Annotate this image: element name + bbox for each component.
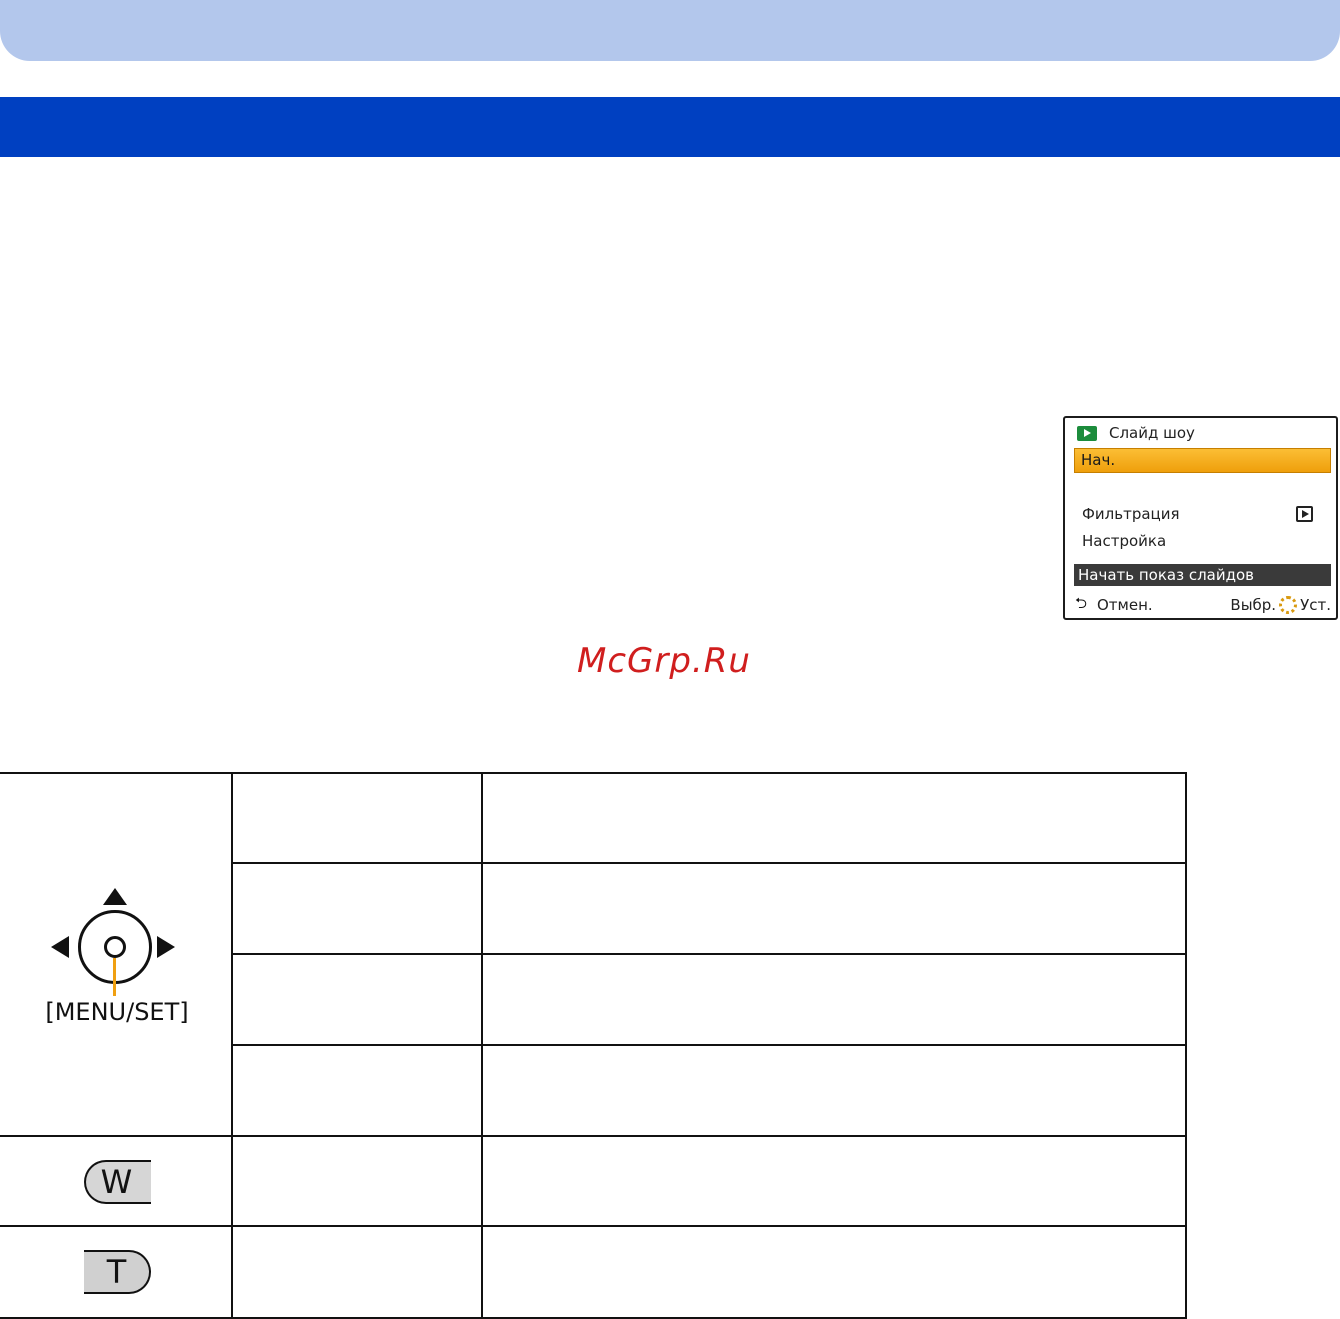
- table-divider: [0, 1225, 1187, 1227]
- menu-set-label: [MENU/SET]: [45, 998, 189, 1026]
- page-header-bar: [0, 0, 1340, 61]
- callout-line: [113, 958, 116, 996]
- table-divider: [0, 1135, 1187, 1137]
- menu-item-filter[interactable]: Фильтрация: [1082, 504, 1180, 524]
- table-divider: [231, 953, 1187, 955]
- arrow-up-icon: [103, 888, 127, 905]
- arrow-left-icon: [51, 936, 69, 958]
- play-icon: [1296, 506, 1313, 522]
- cancel-label: Отмен.: [1097, 596, 1153, 614]
- camera-screen-header: Слайд шоу: [1077, 422, 1195, 444]
- control-dial-icon: [1279, 596, 1298, 614]
- section-title-bar: [0, 97, 1340, 157]
- table-divider: [231, 1044, 1187, 1046]
- table-divider: [231, 862, 1187, 864]
- slideshow-icon: [1077, 425, 1097, 441]
- camera-screen-title: Слайд шоу: [1109, 424, 1195, 442]
- select-label: Выбр.: [1230, 596, 1277, 614]
- camera-screen-footer: ⮌ Отмен. Выбр. Уст.: [1075, 594, 1331, 616]
- zoom-w-button-icon: W: [84, 1160, 151, 1204]
- menu-item-start[interactable]: Нач.: [1074, 448, 1331, 473]
- arrow-right-icon: [157, 936, 175, 958]
- watermark: McGrp.Ru: [577, 641, 751, 681]
- status-text: Начать показ слайдов: [1074, 564, 1331, 586]
- set-label: Уст.: [1300, 596, 1331, 614]
- camera-screen: Слайд шоу Нач. Фильтрация Настройка Нача…: [1063, 416, 1338, 620]
- back-arrow-icon: ⮌: [1075, 593, 1088, 612]
- menu-item-settings[interactable]: Настройка: [1082, 531, 1166, 551]
- zoom-t-button-icon: T: [84, 1250, 151, 1294]
- menu-set-button-icon: [104, 936, 126, 958]
